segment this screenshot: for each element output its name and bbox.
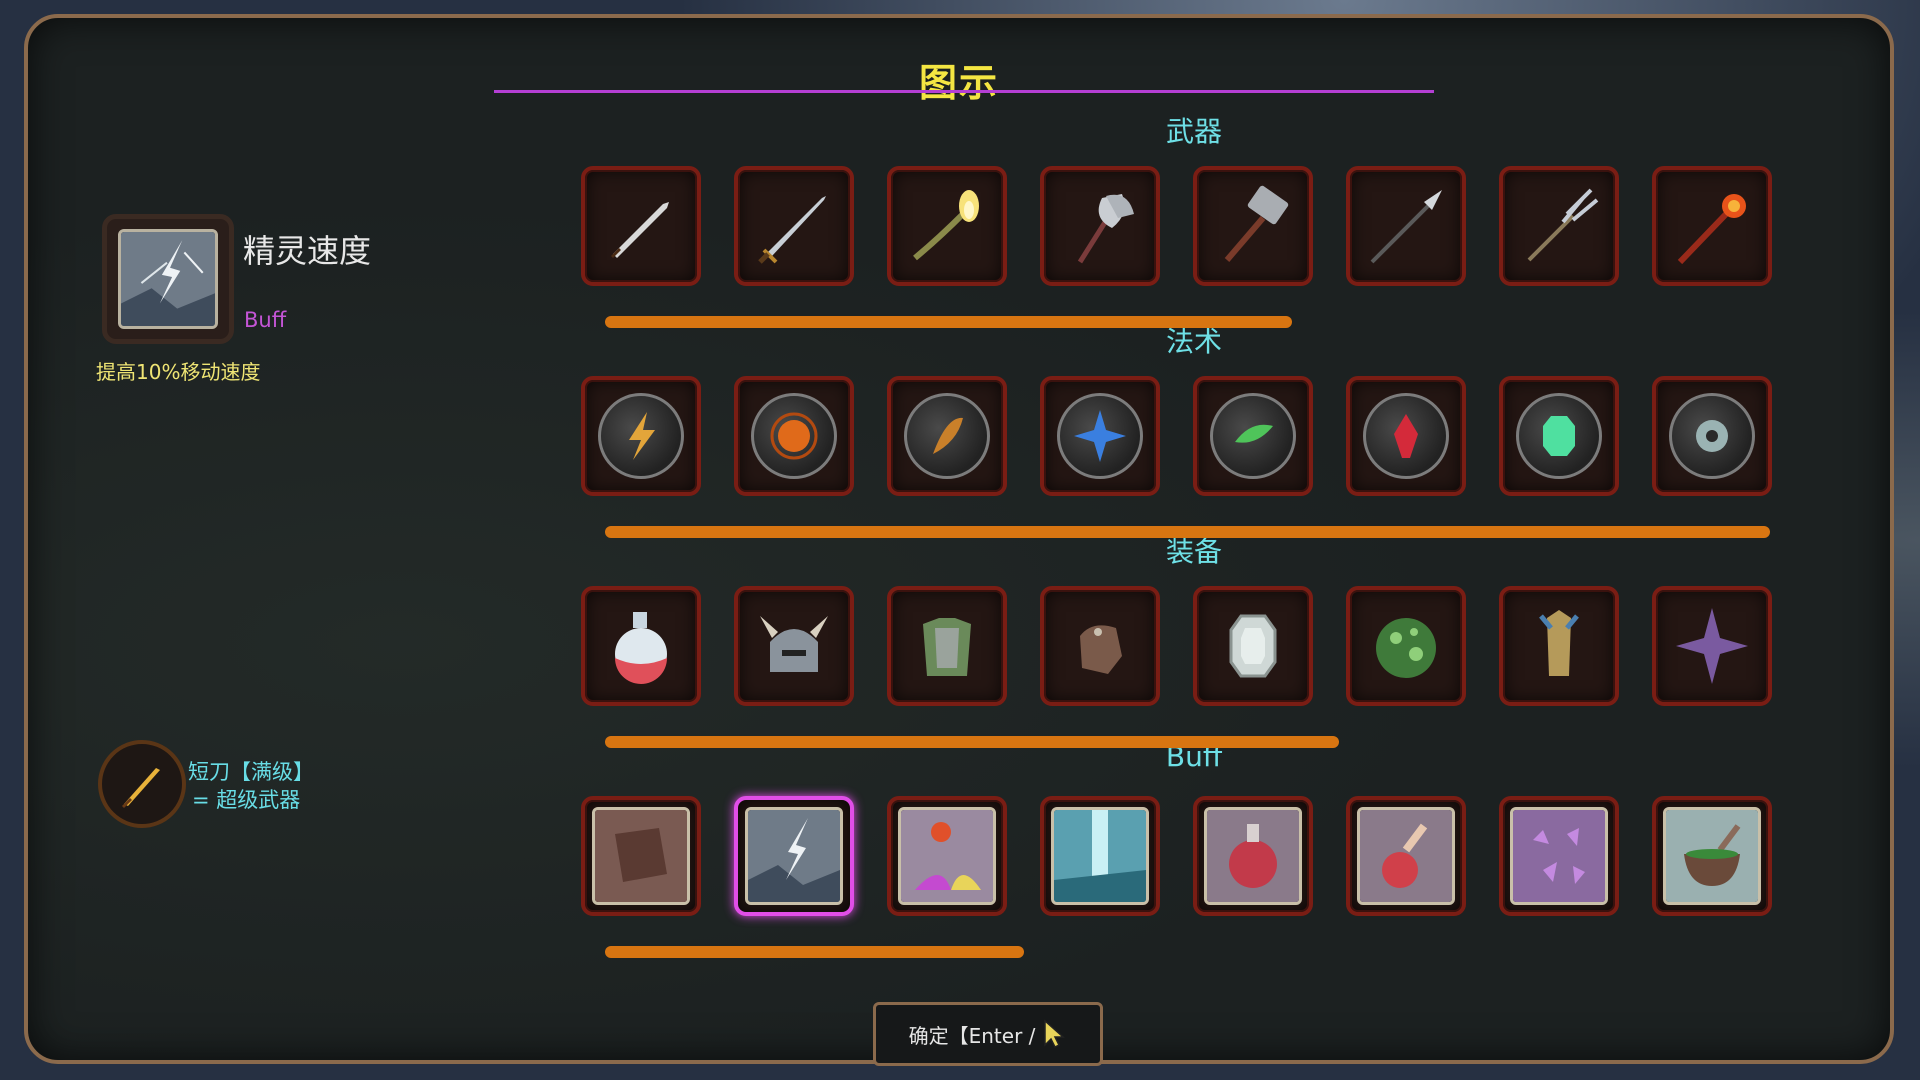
battle-axe-icon (1077, 194, 1134, 264)
equipment-progress-bar (605, 736, 1339, 748)
spell-slot[interactable] (887, 376, 1007, 496)
title-divider (494, 90, 1434, 93)
detail-icon-frame (102, 214, 234, 344)
torch-icon (913, 190, 979, 261)
equipment-slot[interactable] (734, 586, 854, 706)
lightning-rune-icon (629, 412, 655, 460)
detail-type: Buff (244, 308, 287, 332)
weapon-slot[interactable] (1652, 166, 1772, 286)
buff-slot[interactable] (581, 796, 701, 916)
weapon-slot[interactable] (1346, 166, 1466, 286)
gauntlet-icon (1080, 625, 1122, 674)
buff-slot[interactable] (1499, 796, 1619, 916)
horned-helmet-icon (760, 616, 828, 672)
weapons-progress-bar (605, 316, 1292, 328)
spear-icon (1370, 190, 1442, 264)
crystals-card-icon (1513, 810, 1605, 902)
waterfall-card-icon (1054, 810, 1146, 902)
lightning-card-icon (118, 229, 218, 329)
war-hammer-icon (1224, 185, 1289, 262)
ring-rune-icon (1696, 420, 1728, 452)
spotted-egg-icon (1376, 618, 1436, 678)
detail-description: 提高10%移动速度 (96, 360, 261, 384)
red-potion-card-icon (1207, 810, 1299, 902)
buff-slot-selected[interactable] (734, 796, 854, 916)
green-leaf-rune-icon (1235, 424, 1273, 443)
dagger-icon (611, 202, 669, 258)
spell-slot[interactable] (581, 376, 701, 496)
alchemy-card-icon (901, 810, 993, 902)
weapon-slot[interactable] (1499, 166, 1619, 286)
spell-slot[interactable] (1499, 376, 1619, 496)
blue-star-rune-icon (1074, 410, 1126, 462)
combo-dagger-icon (98, 740, 186, 828)
equipment-slot[interactable] (1652, 586, 1772, 706)
red-crystal-rune-icon (1394, 414, 1418, 458)
equipment-slot[interactable] (581, 586, 701, 706)
equipment-row (581, 586, 1772, 706)
weapon-slot[interactable] (1193, 166, 1313, 286)
weapons-row (581, 166, 1772, 286)
confirm-button[interactable]: 确定【Enter / (873, 1002, 1103, 1066)
spellbook-card-icon (595, 810, 687, 902)
trident-icon (1527, 188, 1599, 262)
spell-slot[interactable] (1193, 376, 1313, 496)
equipment-slot[interactable] (1040, 586, 1160, 706)
feather-rune-icon (933, 417, 963, 454)
weapon-slot[interactable] (887, 166, 1007, 286)
weapon-slot[interactable] (581, 166, 701, 286)
sword-icon (758, 196, 826, 264)
spell-slot[interactable] (734, 376, 854, 496)
codex-panel: 图示 精灵速度 Buff 提高10%移动速度 短刀【满级】 = 超级武器 武器 … (24, 14, 1894, 1066)
armor-icon (923, 618, 971, 676)
equipment-slot[interactable] (1499, 586, 1619, 706)
orange-orb-rune-icon (770, 412, 818, 460)
buff-slot[interactable] (1040, 796, 1160, 916)
confirm-button-label: 确定【Enter / (908, 1023, 1036, 1048)
buff-slot[interactable] (1193, 796, 1313, 916)
mortar-card-icon (1666, 810, 1758, 902)
equipment-slot[interactable] (1193, 586, 1313, 706)
detail-name: 精灵速度 (243, 232, 372, 270)
page-title: 图示 (918, 61, 999, 105)
section-label-weapons: 武器 (1165, 115, 1222, 148)
combo-recipe-line2: = 超级武器 (192, 788, 301, 812)
purple-star-icon (1676, 608, 1748, 684)
buffs-row (581, 796, 1772, 916)
buff-slot[interactable] (887, 796, 1007, 916)
buff-slot[interactable] (1346, 796, 1466, 916)
gem-amulet-icon (1229, 614, 1277, 678)
spell-slot[interactable] (1346, 376, 1466, 496)
spell-slot[interactable] (1652, 376, 1772, 496)
spell-slot[interactable] (1040, 376, 1160, 496)
weapon-slot[interactable] (734, 166, 854, 286)
flask-card-icon (1360, 810, 1452, 902)
buff-slot[interactable] (1652, 796, 1772, 916)
mouse-cursor-icon (1044, 1019, 1066, 1049)
fire-staff-icon (1677, 194, 1746, 265)
spells-progress-bar (605, 526, 1770, 538)
buffs-progress-bar (605, 946, 1024, 958)
combo-recipe-line1: 短刀【满级】 (188, 760, 314, 784)
potion-icon (615, 612, 667, 684)
lightning-card-icon (748, 810, 840, 902)
spells-row (581, 376, 1772, 496)
emerald-rune-icon (1543, 416, 1575, 456)
equipment-slot[interactable] (1346, 586, 1466, 706)
weapon-slot[interactable] (1040, 166, 1160, 286)
equipment-slot[interactable] (887, 586, 1007, 706)
dragon-totem-icon (1539, 610, 1579, 676)
